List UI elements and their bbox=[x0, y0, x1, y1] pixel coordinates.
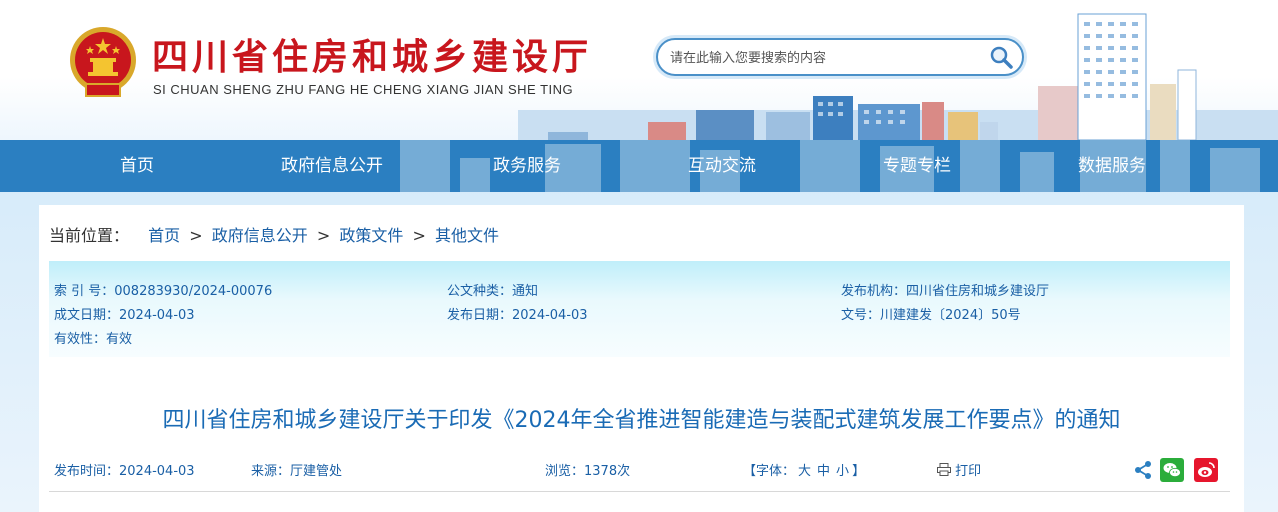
source-value: 厅建管处 bbox=[290, 464, 343, 479]
article-title: 四川省住房和城乡建设厅关于印发《2024年全省推进智能建造与装配式建筑发展工作要… bbox=[162, 408, 1121, 433]
nav-item-interaction[interactable]: 互动交流 bbox=[642, 140, 802, 192]
font-size-small[interactable]: 小 bbox=[836, 464, 849, 479]
meta-doc-no: 文号：川建建发〔2024〕50号 bbox=[841, 304, 1021, 323]
breadcrumb-separator: > bbox=[316, 226, 331, 245]
breadcrumb-lead: 当前位置： bbox=[49, 226, 130, 245]
breadcrumb-separator: > bbox=[412, 226, 426, 245]
meta-published-date: 发布日期：2024-04-03 bbox=[447, 304, 588, 323]
source-label: 来源： bbox=[251, 464, 291, 479]
info-divider bbox=[49, 491, 1230, 492]
nav-item-topics[interactable]: 专题专栏 bbox=[837, 140, 997, 192]
views-label: 浏览： bbox=[545, 464, 585, 479]
meta-created-date: 成文日期：2024-04-03 bbox=[54, 304, 195, 323]
publish-time-label: 发布时间： bbox=[54, 464, 120, 479]
nav-item-data-services[interactable]: 数据服务 bbox=[1032, 140, 1192, 192]
meta-validity-key: 有效性： bbox=[54, 332, 107, 347]
breadcrumb-home[interactable]: 首页 bbox=[148, 226, 180, 245]
publish-time: 发布时间：2024-04-03 bbox=[54, 460, 195, 479]
breadcrumb-gov-info[interactable]: 政府信息公开 bbox=[212, 226, 308, 245]
article-info-row: 发布时间：2024-04-03 来源：厅建管处 浏览：1378次 【字体：大中小… bbox=[39, 458, 1244, 488]
meta-published-key: 发布日期： bbox=[447, 308, 513, 323]
views: 浏览：1378次 bbox=[545, 460, 630, 479]
views-value: 1378次 bbox=[584, 464, 631, 479]
meta-issuer-key: 发布机构： bbox=[841, 284, 907, 299]
meta-doc-type-key: 公文种类： bbox=[447, 284, 513, 299]
print-label: 打印 bbox=[955, 464, 982, 479]
printer-icon bbox=[937, 463, 951, 476]
wechat-icon[interactable] bbox=[1160, 458, 1184, 482]
meta-validity: 有效性：有效 bbox=[54, 328, 132, 347]
share-icon[interactable] bbox=[1131, 458, 1155, 482]
meta-index-no-key: 索 引 号： bbox=[54, 284, 115, 299]
meta-issuer: 发布机构：四川省住房和城乡建设厅 bbox=[841, 280, 1049, 299]
meta-issuer-value: 四川省住房和城乡建设厅 bbox=[906, 284, 1050, 299]
content-card: 当前位置： 首页 > 政府信息公开 > 政策文件 > 其他文件 索 引 号：00… bbox=[39, 205, 1244, 512]
nav-item-gov-info[interactable]: 政府信息公开 bbox=[252, 140, 412, 192]
site-header: 四川省住房和城乡建设厅 SI CHUAN SHENG ZHU FANG HE C… bbox=[0, 0, 1278, 140]
breadcrumb-separator: > bbox=[189, 226, 203, 245]
breadcrumb-other-docs[interactable]: 其他文件 bbox=[435, 226, 499, 245]
breadcrumb-policy-docs[interactable]: 政策文件 bbox=[339, 226, 403, 245]
font-size-medium[interactable]: 中 bbox=[817, 464, 830, 479]
font-size-close: 】 bbox=[852, 464, 866, 479]
meta-index-no-value: 008283930/2024-00076 bbox=[114, 284, 273, 299]
document-metadata-panel: 索 引 号：008283930/2024-00076 公文种类：通知 发布机构：… bbox=[49, 261, 1230, 357]
site-pinyin: SI CHUAN SHENG ZHU FANG HE CHENG XIANG J… bbox=[153, 82, 574, 97]
nav-item-home[interactable]: 首页 bbox=[57, 140, 217, 192]
font-size-label: 【字体： bbox=[743, 464, 796, 479]
main-nav: 首页 政府信息公开 政务服务 互动交流 专题专栏 数据服务 bbox=[0, 140, 1278, 192]
font-size-large[interactable]: 大 bbox=[798, 464, 811, 479]
weibo-icon[interactable] bbox=[1194, 458, 1218, 482]
city-skyline-illustration bbox=[518, 13, 1278, 140]
meta-published-value: 2024-04-03 bbox=[512, 308, 588, 323]
print-button[interactable]: 打印 bbox=[937, 460, 981, 479]
national-emblem-icon[interactable] bbox=[68, 24, 138, 100]
meta-index-no: 索 引 号：008283930/2024-00076 bbox=[54, 280, 272, 299]
meta-created-key: 成文日期： bbox=[54, 308, 120, 323]
meta-doc-type: 公文种类：通知 bbox=[447, 280, 538, 299]
publish-time-value: 2024-04-03 bbox=[119, 464, 195, 479]
source: 来源：厅建管处 bbox=[251, 460, 342, 479]
font-size-control: 【字体：大中小】 bbox=[743, 460, 865, 479]
meta-created-value: 2024-04-03 bbox=[119, 308, 195, 323]
meta-validity-value: 有效 bbox=[106, 332, 133, 347]
nav-item-gov-services[interactable]: 政务服务 bbox=[447, 140, 607, 192]
meta-doc-type-value: 通知 bbox=[512, 284, 539, 299]
breadcrumb: 当前位置： 首页 > 政府信息公开 > 政策文件 > 其他文件 bbox=[49, 222, 499, 246]
meta-doc-no-key: 文号： bbox=[841, 308, 881, 323]
meta-doc-no-value: 川建建发〔2024〕50号 bbox=[880, 308, 1021, 323]
